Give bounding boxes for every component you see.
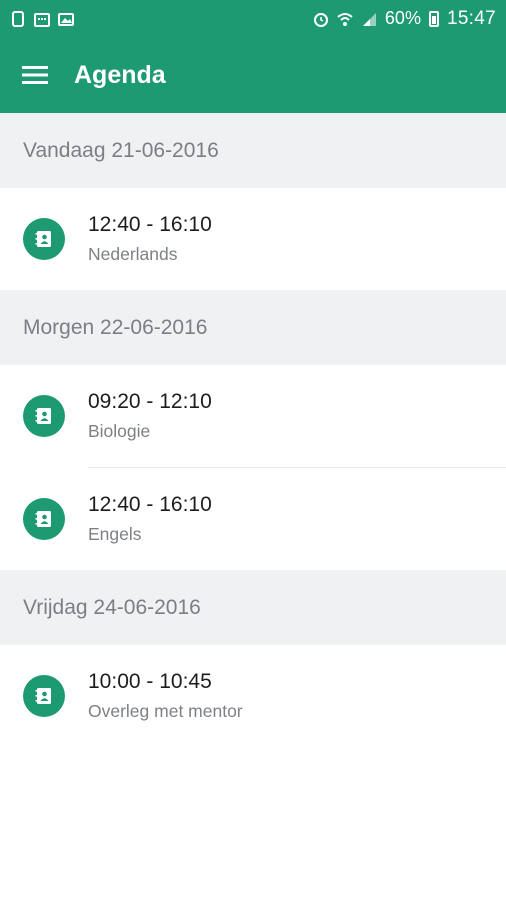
section-header-friday: Vrijdag 24-06-2016 (0, 570, 506, 645)
agenda-book-icon (23, 395, 65, 437)
battery-icon (428, 10, 439, 27)
alarm-icon (313, 12, 328, 27)
page-title: Agenda (74, 60, 166, 89)
status-bar: 60% 15:47 (0, 0, 506, 37)
agenda-subject: Engels (88, 524, 142, 544)
section-header-tomorrow: Morgen 22-06-2016 (0, 290, 506, 365)
agenda-item[interactable]: 12:40 - 16:10 Engels (0, 468, 506, 570)
agenda-item[interactable]: 10:00 - 10:45 Overleg met mentor (0, 645, 506, 747)
agenda-time: 12:40 - 16:10 (88, 213, 212, 236)
wifi-icon (337, 12, 353, 26)
agenda-book-icon (23, 498, 65, 540)
agenda-time: 10:00 - 10:45 (88, 670, 212, 693)
battery-percent: 60% (384, 8, 421, 28)
status-time: 15:47 (446, 7, 496, 29)
hamburger-menu-icon (22, 66, 48, 84)
image-icon (58, 12, 74, 26)
calendar-icon (34, 12, 50, 27)
agenda-subject: Biologie (88, 421, 151, 441)
signal-icon (362, 12, 376, 26)
phone-icon (12, 10, 24, 27)
toolbar: Agenda (0, 37, 506, 113)
menu-button[interactable] (0, 37, 70, 113)
agenda-book-icon (23, 218, 65, 260)
agenda-item[interactable]: 12:40 - 16:10 Nederlands (0, 188, 506, 290)
agenda-subject: Nederlands (88, 244, 178, 264)
app-bar: 60% 15:47 Agenda (0, 0, 506, 113)
agenda-time: 12:40 - 16:10 (88, 493, 212, 516)
section-header-today: Vandaag 21-06-2016 (0, 113, 506, 188)
agenda-item[interactable]: 09:20 - 12:10 Biologie (0, 365, 506, 467)
agenda-book-icon (23, 675, 65, 717)
agenda-time: 09:20 - 12:10 (88, 390, 212, 413)
agenda-subject: Overleg met mentor (88, 701, 243, 721)
